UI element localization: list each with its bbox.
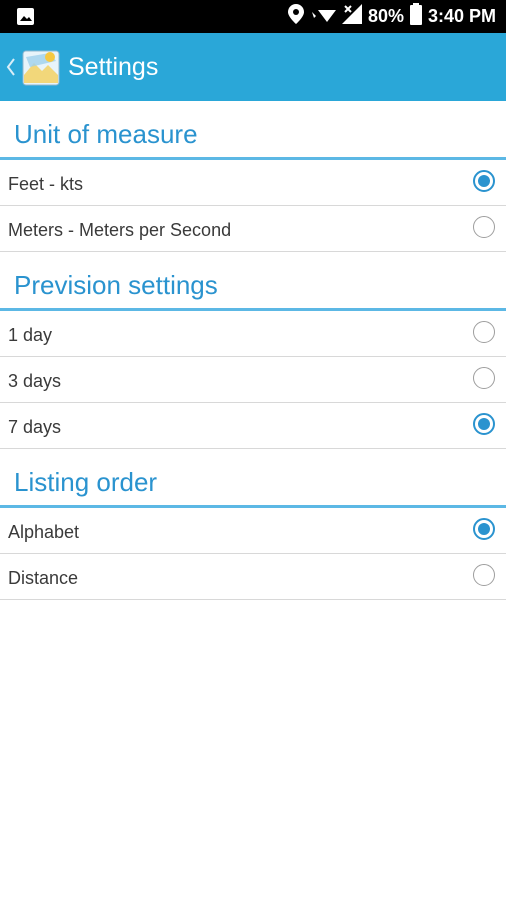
app-logo-icon[interactable] [20, 45, 64, 89]
option-feet-kts[interactable]: Feet - kts [0, 160, 506, 206]
section-header-listing-order: Listing order [0, 449, 506, 508]
section-title: Prevision settings [14, 270, 218, 300]
option-7-days[interactable]: 7 days [0, 403, 506, 449]
image-icon [16, 7, 35, 31]
page-title: Settings [68, 53, 159, 81]
option-label: Alphabet [8, 522, 80, 542]
option-label: 1 day [8, 325, 53, 345]
location-icon [287, 4, 304, 29]
section-title: Unit of measure [14, 119, 198, 149]
battery-percent: 80% [367, 6, 404, 26]
option-label: Feet - kts [8, 174, 84, 194]
settings-list: Unit of measure Feet - kts Meters - Mete… [0, 101, 506, 600]
wifi-icon [310, 4, 336, 29]
status-bar: 80% 3:40 PM [0, 0, 506, 33]
option-label: 7 days [8, 417, 62, 437]
section-title: Listing order [14, 467, 158, 497]
option-distance[interactable]: Distance [0, 554, 506, 600]
option-1-day[interactable]: 1 day [0, 311, 506, 357]
option-label: 3 days [8, 371, 62, 391]
radio-3-days[interactable] [473, 367, 495, 389]
battery-icon [409, 3, 422, 30]
back-chevron-icon[interactable] [4, 55, 18, 79]
option-meters[interactable]: Meters - Meters per Second [0, 206, 506, 252]
option-alphabet[interactable]: Alphabet [0, 508, 506, 554]
radio-distance[interactable] [473, 564, 495, 586]
clock: 3:40 PM [427, 6, 496, 26]
radio-meters[interactable] [473, 216, 495, 238]
section-header-unit-of-measure: Unit of measure [0, 101, 506, 160]
option-3-days[interactable]: 3 days [0, 357, 506, 403]
radio-1-day[interactable] [473, 321, 495, 343]
app-bar: Settings [0, 33, 506, 101]
section-header-prevision-settings: Prevision settings [0, 252, 506, 311]
radio-7-days[interactable] [473, 413, 495, 435]
option-label: Distance [8, 568, 79, 588]
radio-feet-kts[interactable] [473, 170, 495, 192]
signal-icon [341, 4, 362, 29]
option-label: Meters - Meters per Second [8, 220, 232, 240]
radio-alphabet[interactable] [473, 518, 495, 540]
